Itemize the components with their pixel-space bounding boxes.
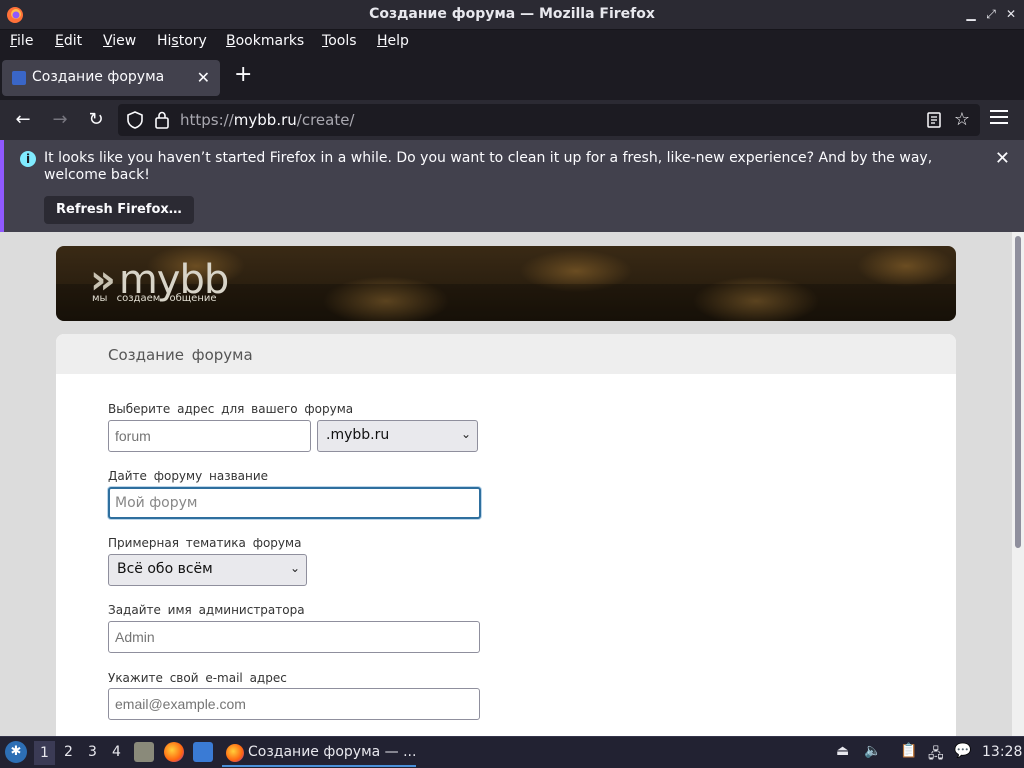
- domain-select[interactable]: .mybb.ru ⌄: [317, 420, 478, 452]
- admin-name-input[interactable]: [108, 621, 480, 653]
- panel-header: Создание форума: [56, 334, 956, 374]
- reload-icon[interactable]: ↻: [85, 109, 107, 131]
- create-forum-panel: Создание форума Выберите адрес для вашег…: [56, 334, 956, 736]
- workspace-1[interactable]: 1: [34, 741, 55, 765]
- site-tagline: мы создаем общение: [92, 293, 217, 304]
- mybb-favicon-icon: [12, 71, 26, 85]
- site-banner: » mybb мы создаем общение: [56, 246, 956, 321]
- info-icon: i: [20, 151, 36, 167]
- restore-icon[interactable]: ⤢: [984, 7, 998, 21]
- forum-address-input[interactable]: [108, 420, 311, 452]
- lock-icon[interactable]: [154, 110, 170, 130]
- notification-close-icon[interactable]: ✕: [995, 148, 1010, 169]
- menu-edit[interactable]: Edit: [55, 33, 82, 49]
- network-icon[interactable]: 🖧: [928, 743, 944, 767]
- window-titlebar: Создание форума — Mozilla Firefox ▁ ⤢ ✕: [0, 0, 1024, 30]
- tray-upload-icon[interactable]: ⏏: [836, 743, 849, 759]
- menu-history[interactable]: History: [157, 33, 207, 49]
- admin-label: Задайте имя администратора: [108, 603, 305, 617]
- taskbar-task-label: Создание форума — ...: [248, 744, 417, 760]
- page-scrollbar[interactable]: [1012, 232, 1024, 736]
- workspace-4[interactable]: 4: [112, 744, 121, 760]
- minimize-icon[interactable]: ▁: [964, 7, 978, 21]
- address-label: Выберите адрес для вашего форума: [108, 402, 354, 416]
- menu-bookmarks[interactable]: Bookmarks: [226, 33, 304, 49]
- forum-name-input[interactable]: Мой форум: [108, 487, 481, 519]
- firefox-launcher-icon[interactable]: [164, 742, 184, 762]
- clock: 13:28: [982, 744, 1023, 760]
- url-bar[interactable]: https://mybb.ru/create/ ☆: [118, 104, 980, 136]
- notification-message: It looks like you haven’t started Firefo…: [44, 150, 933, 183]
- forum-name-label: Дайте форуму название: [108, 469, 269, 483]
- file-manager-icon[interactable]: [134, 742, 154, 762]
- menu-file[interactable]: File: [10, 33, 33, 49]
- topic-select[interactable]: Всё обо всём ⌄: [108, 554, 307, 586]
- menu-tools[interactable]: Tools: [322, 33, 357, 49]
- refresh-notification: i It looks like you haven’t started Fire…: [0, 140, 1024, 232]
- clipboard-icon[interactable]: 📋: [900, 743, 917, 759]
- menu-help[interactable]: Help: [377, 33, 409, 49]
- forward-icon[interactable]: →: [49, 109, 71, 131]
- taskbar-firefox-task[interactable]: Создание форума — ...: [222, 739, 416, 767]
- start-menu-icon[interactable]: ✱: [5, 741, 27, 763]
- refresh-firefox-button[interactable]: Refresh Firefox…: [44, 196, 194, 224]
- page-content: » mybb мы создаем общение Создание форума…: [0, 232, 1012, 736]
- tab-strip: Создание форума ✕ +: [0, 56, 1024, 100]
- reader-view-icon[interactable]: [926, 111, 942, 129]
- volume-icon[interactable]: 🔈: [864, 743, 881, 759]
- tracking-shield-icon[interactable]: [126, 110, 144, 130]
- page-title: Создание форума: [108, 346, 253, 364]
- chevron-down-icon: ⌄: [289, 561, 300, 575]
- workspace-2[interactable]: 2: [64, 744, 73, 760]
- window-title: Создание форума — Mozilla Firefox: [369, 6, 655, 22]
- topic-label: Примерная тематика форума: [108, 536, 302, 550]
- email-input[interactable]: [108, 688, 480, 720]
- tab-label: Создание форума: [32, 69, 165, 85]
- new-tab-icon[interactable]: +: [234, 64, 252, 86]
- desktop-icon[interactable]: [193, 742, 213, 762]
- taskbar: ✱ 1 2 3 4 Создание форума — ... ⏏ 🔈 📋 🖧 …: [0, 736, 1024, 768]
- app-menu-icon[interactable]: [990, 110, 1008, 128]
- notification-tray-icon[interactable]: 💬: [954, 743, 971, 759]
- tab-close-icon[interactable]: ✕: [197, 68, 210, 87]
- email-label: Укажите свой e-mail адрес: [108, 671, 287, 685]
- scrollbar-thumb[interactable]: [1015, 236, 1021, 548]
- firefox-icon: [226, 744, 244, 762]
- menu-bar: File Edit View History Bookmarks Tools H…: [0, 30, 1024, 56]
- back-icon[interactable]: ←: [12, 109, 34, 131]
- chevron-down-icon: ⌄: [460, 427, 471, 441]
- tab-create-forum[interactable]: Создание форума ✕: [2, 60, 220, 96]
- bookmark-star-icon[interactable]: ☆: [954, 109, 970, 130]
- url-text[interactable]: https://mybb.ru/create/: [180, 111, 355, 129]
- menu-view[interactable]: View: [103, 33, 136, 49]
- workspace-3[interactable]: 3: [88, 744, 97, 760]
- navigation-bar: ← → ↻ https://mybb.ru/create/ ☆: [0, 100, 1024, 140]
- close-window-icon[interactable]: ✕: [1004, 7, 1018, 21]
